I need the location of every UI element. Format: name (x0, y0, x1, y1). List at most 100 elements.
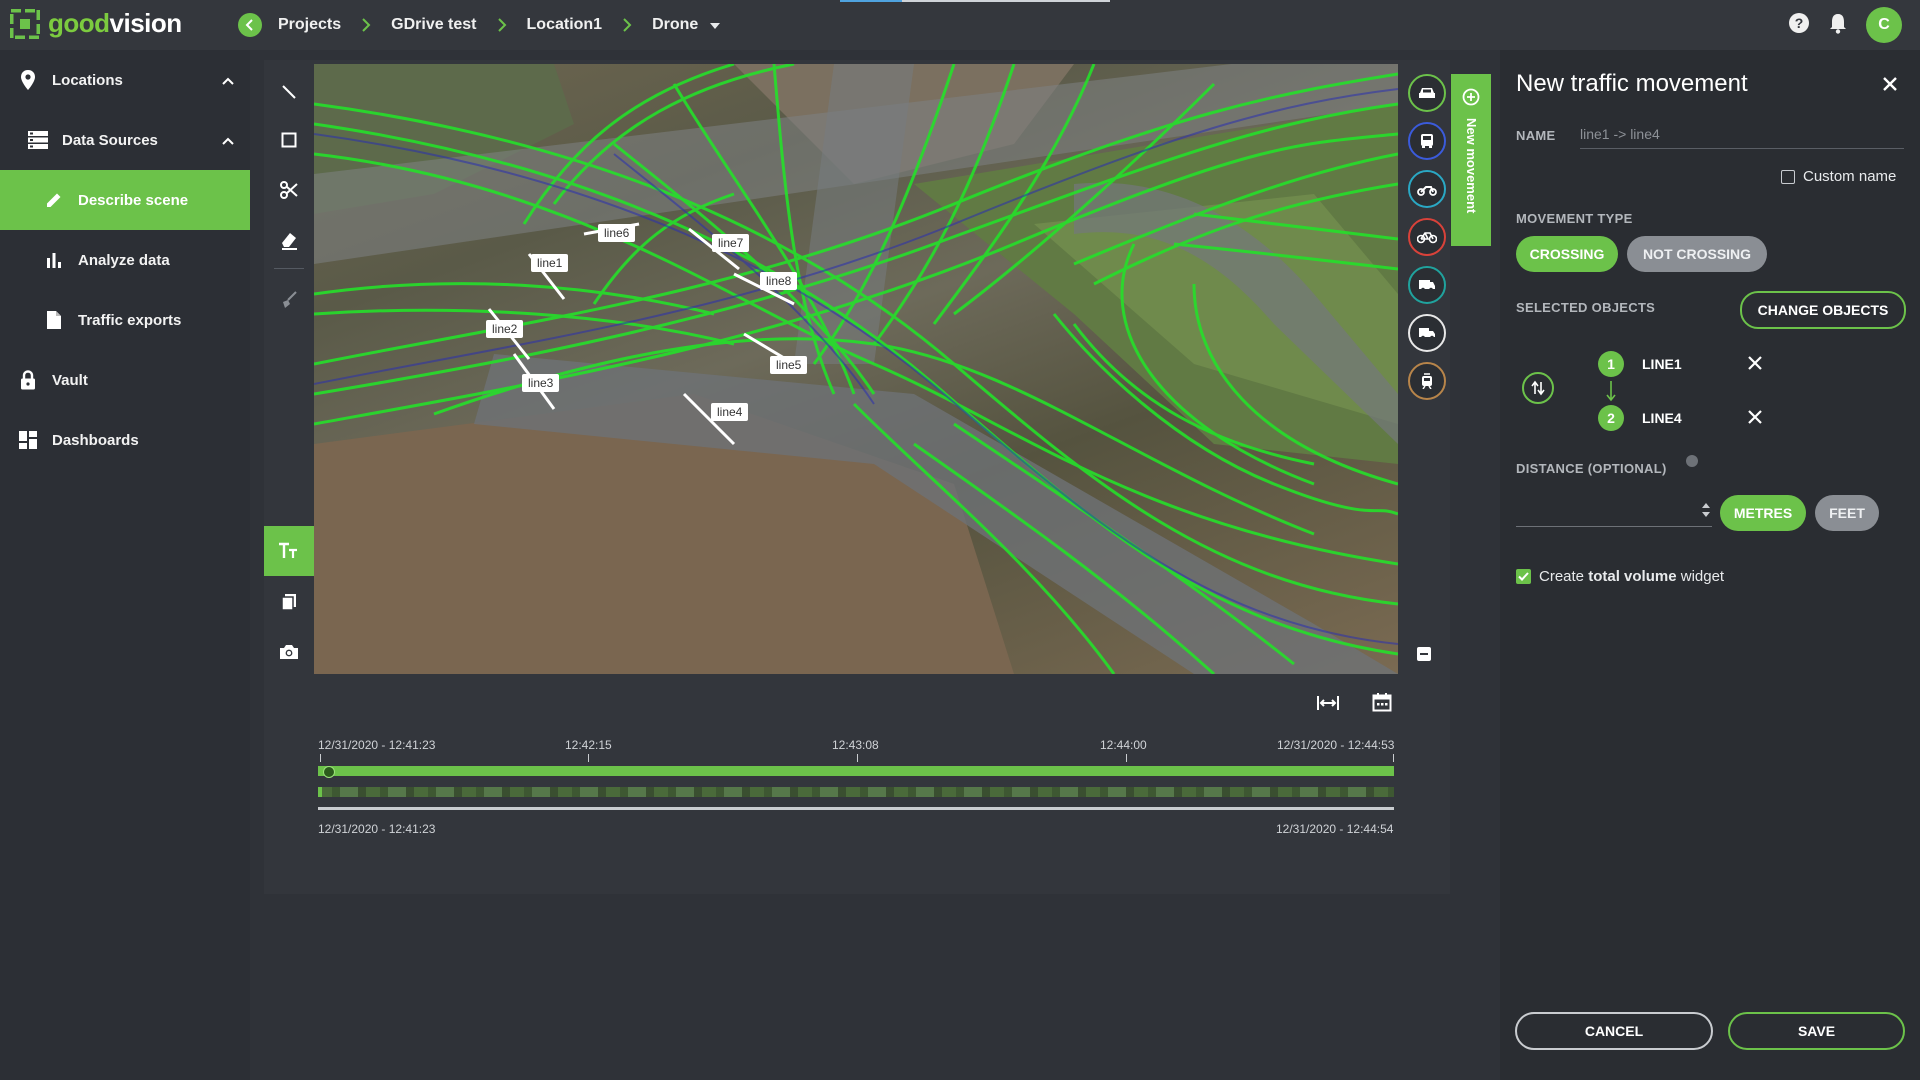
timeline-tick-label: 12/31/2020 - 12:44:53 (1277, 738, 1395, 752)
motorcycle-filter-button[interactable] (1408, 170, 1446, 208)
info-icon[interactable] (1686, 455, 1698, 467)
breadcrumb-location1[interactable]: Location1 (527, 16, 603, 34)
cancel-button[interactable]: CANCEL (1515, 1012, 1713, 1050)
logo-text: goodvision (48, 8, 182, 38)
lock-icon (18, 370, 38, 390)
check-icon (1518, 572, 1529, 581)
tram-icon (1422, 373, 1432, 389)
draw-zone-tool[interactable] (264, 118, 314, 162)
breadcrumb-projects[interactable]: Projects (278, 16, 341, 34)
widget-checkbox[interactable] (1516, 569, 1531, 584)
custom-name-checkbox[interactable] (1781, 169, 1795, 184)
line-label[interactable]: line3 (522, 374, 560, 392)
top-actions: ? C (1788, 7, 1920, 43)
total-volume-widget-option[interactable]: Create total volume widget (1516, 568, 1724, 585)
distance-input[interactable] (1516, 526, 1712, 527)
caret-down-icon[interactable] (710, 16, 721, 34)
logo[interactable]: goodvision (8, 7, 182, 40)
save-button[interactable]: SAVE (1728, 1012, 1905, 1050)
drone-video-frame[interactable]: line1 line2 line3 line4 line5 line6 line… (314, 64, 1398, 674)
line-label[interactable]: line5 (770, 356, 808, 374)
bus-filter-button[interactable] (1408, 122, 1446, 160)
breadcrumb-drone[interactable]: Drone (652, 16, 698, 34)
cut-tool[interactable] (264, 168, 314, 212)
layers-icon[interactable] (1414, 644, 1434, 669)
add-circle-icon (1462, 88, 1480, 106)
back-button[interactable] (238, 13, 262, 37)
object-order-badge: 1 (1598, 351, 1624, 377)
sidebar-item-data-sources[interactable]: Data Sources (0, 110, 250, 170)
bar-chart-icon (44, 250, 64, 270)
top-bar: goodvision Projects GDrive test Location… (0, 0, 1920, 50)
sidebar-item-describe-scene[interactable]: Describe scene (0, 170, 250, 230)
clear-tool[interactable] (264, 278, 314, 322)
bell-icon[interactable] (1828, 12, 1848, 39)
new-movement-panel: New traffic movement NAME line1 -> line4… (1500, 50, 1920, 1080)
truck-filter-button[interactable] (1408, 314, 1446, 352)
crossing-button[interactable]: CROSSING (1516, 236, 1618, 272)
breadcrumb-gdrive-test[interactable]: GDrive test (391, 16, 476, 34)
remove-object-icon[interactable] (1748, 410, 1762, 429)
pencil-icon (44, 190, 64, 210)
car-filter-button[interactable] (1408, 74, 1446, 112)
line-label[interactable]: line4 (711, 403, 749, 421)
line-label[interactable]: line7 (712, 234, 750, 252)
svg-text:?: ? (1795, 15, 1804, 31)
calendar-icon[interactable] (1372, 692, 1392, 717)
name-field[interactable]: line1 -> line4 (1580, 126, 1904, 149)
line-label[interactable]: line8 (760, 272, 798, 290)
range-start-label: 12/31/2020 - 12:41:23 (318, 822, 436, 836)
avatar[interactable]: C (1866, 7, 1902, 43)
tram-filter-button[interactable] (1408, 362, 1446, 400)
timeline-handle[interactable] (323, 766, 335, 778)
new-movement-tab[interactable]: New movement (1451, 74, 1491, 246)
text-icon (279, 542, 297, 558)
toolbar-divider (274, 268, 304, 269)
close-icon[interactable] (1882, 76, 1898, 97)
sidebar-item-locations[interactable]: Locations (0, 50, 250, 110)
van-filter-button[interactable] (1408, 266, 1446, 304)
timeline-progress-bar[interactable] (318, 766, 1394, 776)
object-name: LINE1 (1642, 356, 1682, 372)
sidebar-item-vault[interactable]: Vault (0, 350, 250, 410)
custom-name-option[interactable]: Custom name (1781, 168, 1896, 185)
timeline-tick (1126, 754, 1127, 762)
feet-button[interactable]: FEET (1815, 495, 1879, 531)
arrow-down-icon (1606, 381, 1616, 402)
dashboard-icon (18, 430, 38, 450)
eraser-icon (282, 233, 297, 250)
timeline-activity-bar (318, 787, 1394, 797)
line-label[interactable]: line1 (531, 254, 569, 272)
line-label[interactable]: line2 (486, 320, 524, 338)
draw-line-tool[interactable] (264, 70, 314, 114)
fit-width-icon[interactable] (1316, 694, 1340, 717)
metres-button[interactable]: METRES (1720, 495, 1806, 531)
chevron-up-icon[interactable] (222, 72, 234, 89)
copy-tool[interactable] (264, 580, 314, 624)
stepper-icon[interactable] (1702, 502, 1710, 518)
line-label[interactable]: line6 (598, 224, 636, 242)
remove-object-icon[interactable] (1748, 356, 1762, 375)
file-icon (44, 310, 64, 330)
object-name: LINE4 (1642, 410, 1682, 426)
text-tool[interactable] (264, 526, 314, 576)
not-crossing-button[interactable]: NOT CROSSING (1627, 236, 1767, 272)
sidebar-item-label: Vault (52, 371, 88, 389)
eraser-tool[interactable] (264, 218, 314, 262)
timeline-range-slider[interactable] (318, 807, 1394, 810)
sidebar-item-analyze-data[interactable]: Analyze data (0, 230, 250, 290)
snapshot-tool[interactable] (264, 630, 314, 674)
custom-name-label: Custom name (1803, 168, 1897, 185)
sidebar-item-dashboards[interactable]: Dashboards (0, 410, 250, 470)
movement-type-label: MOVEMENT TYPE (1516, 211, 1633, 226)
change-objects-button[interactable]: CHANGE OBJECTS (1740, 291, 1906, 329)
help-icon[interactable]: ? (1788, 12, 1810, 39)
chevron-right-icon (477, 18, 527, 32)
swap-order-button[interactable] (1522, 372, 1554, 404)
bicycle-filter-button[interactable] (1408, 218, 1446, 256)
truck-icon (1419, 328, 1435, 340)
sidebar-item-traffic-exports[interactable]: Traffic exports (0, 290, 250, 350)
timeline-tick-label: 12:44:00 (1100, 738, 1147, 752)
range-end-label: 12/31/2020 - 12:44:54 (1276, 822, 1394, 836)
chevron-up-icon[interactable] (222, 132, 234, 149)
